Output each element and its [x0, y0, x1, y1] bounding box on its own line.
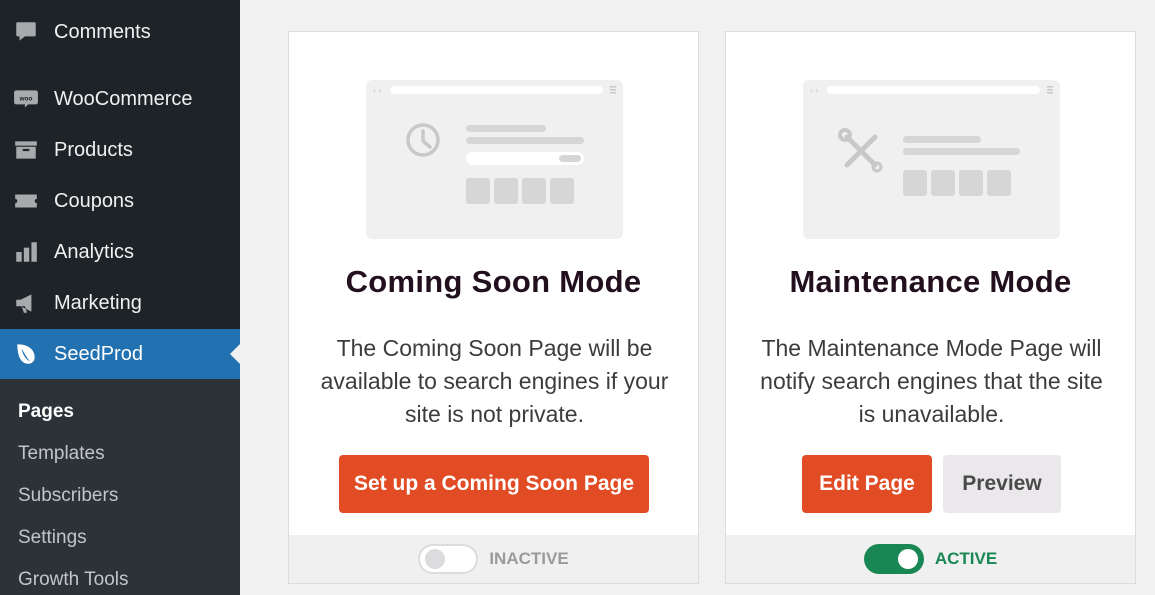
maintenance-description: The Maintenance Mode Page will notify se…: [760, 335, 1103, 427]
submenu-item-settings[interactable]: Settings: [18, 527, 87, 549]
sidebar-item-coupons[interactable]: Coupons: [0, 179, 240, 223]
sidebar-item-label: Marketing: [54, 291, 142, 314]
toggle-knob: [897, 549, 918, 569]
sidebar-item-label: SeedProd: [54, 342, 143, 365]
coupons-icon: [12, 187, 40, 215]
submenu-item-growth-tools[interactable]: Growth Tools: [18, 569, 129, 591]
maintenance-status: ACTIVE: [934, 549, 998, 568]
svg-text:‹ ›: ‹ ›: [373, 85, 382, 95]
sidebar-item-label: Products: [54, 138, 133, 161]
coming-soon-status: INACTIVE: [489, 549, 569, 568]
browser-mockup: ‹ ›: [810, 85, 1053, 196]
comments-icon: [12, 18, 40, 46]
coming-soon-title: Coming Soon Mode: [345, 264, 642, 299]
maintenance-illustration: ‹ ›: [803, 80, 1060, 239]
sidebar-item-label: Coupons: [54, 189, 135, 212]
maintenance-toggle[interactable]: [863, 544, 924, 574]
browser-mockup: ‹ ›: [373, 85, 616, 204]
coming-soon-illustration: ‹ ›: [366, 80, 623, 239]
marketing-icon: [12, 289, 40, 317]
edit-page-button[interactable]: Edit Page: [802, 455, 932, 513]
submenu-item-subscribers[interactable]: Subscribers: [18, 485, 118, 507]
admin-sidebar: Comments woo WooCommerce Products Coupon…: [0, 0, 240, 595]
sidebar-item-label: WooCommerce: [54, 87, 193, 110]
coming-soon-card: ‹ › Coming Soon Mode The Coming Soon Pag…: [288, 31, 699, 584]
coming-soon-footer: INACTIVE: [289, 535, 698, 583]
sidebar-item-woocommerce[interactable]: woo WooCommerce: [0, 77, 240, 121]
sidebar-item-products[interactable]: Products: [0, 128, 240, 172]
submenu-item-pages[interactable]: Pages: [18, 401, 74, 423]
svg-text:‹ ›: ‹ ›: [810, 85, 819, 95]
coming-soon-description: The Coming Soon Page will be available t…: [320, 335, 669, 427]
maintenance-title: Maintenance Mode: [789, 264, 1072, 299]
toggle-knob: [425, 549, 446, 569]
seedprod-icon: [12, 340, 40, 368]
analytics-icon: [12, 238, 40, 266]
active-indicator: [230, 344, 240, 364]
seedprod-submenu: Pages Templates Subscribers Settings Gro…: [0, 379, 240, 595]
tools-icon: [838, 128, 883, 173]
coming-soon-toggle[interactable]: [418, 544, 479, 574]
setup-coming-soon-button[interactable]: Set up a Coming Soon Page: [339, 455, 649, 513]
sidebar-item-marketing[interactable]: Marketing: [0, 281, 240, 325]
clock-icon: [406, 123, 440, 157]
products-icon: [12, 136, 40, 164]
svg-text:woo: woo: [19, 96, 33, 103]
sidebar-item-label: Comments: [54, 20, 151, 43]
sidebar-item-comments[interactable]: Comments: [0, 10, 240, 54]
sidebar-item-seedprod[interactable]: SeedProd: [0, 329, 240, 379]
sidebar-item-label: Analytics: [54, 240, 135, 263]
maintenance-card: ‹ › Maintenance Mode The Maintenance Mod…: [725, 31, 1136, 584]
woocommerce-icon: woo: [12, 85, 40, 113]
sidebar-item-analytics[interactable]: Analytics: [0, 230, 240, 274]
preview-button[interactable]: Preview: [943, 455, 1061, 513]
maintenance-footer: ACTIVE: [726, 535, 1135, 583]
submenu-item-templates[interactable]: Templates: [18, 443, 105, 465]
